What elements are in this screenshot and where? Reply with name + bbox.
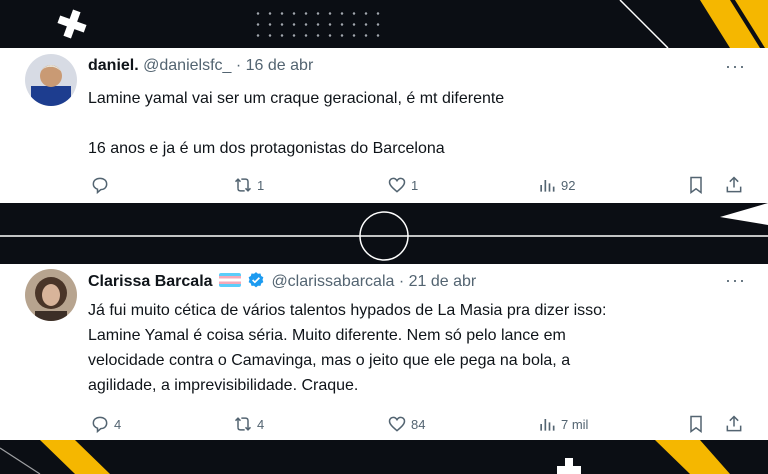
share-icon [726, 176, 742, 193]
stripe-decoration [619, 0, 768, 48]
heart-icon [388, 416, 406, 432]
user-display-name[interactable]: daniel. [88, 57, 139, 74]
reply-button[interactable]: 4 [90, 414, 121, 434]
tweet-date[interactable]: 16 de abr [246, 57, 314, 74]
reply-icon [92, 416, 108, 434]
background-middle [0, 203, 768, 264]
tweet-text-line: Já fui muito cética de vários talentos h… [88, 302, 607, 319]
retweet-count: 4 [257, 416, 265, 432]
dot-grid-decoration [252, 8, 382, 40]
retweet-button[interactable]: 4 [233, 414, 264, 434]
tweet-text-line: 16 anos e ja é um dos protagonistas do B… [88, 140, 445, 157]
background-bottom [0, 440, 768, 474]
retweet-icon [234, 178, 252, 192]
tweet-text-line: agilidade, a imprevisibilidade. Craque. [88, 377, 359, 394]
flag-icon [218, 273, 241, 287]
retweet-count: 1 [257, 177, 265, 193]
bookmark-button[interactable] [686, 414, 706, 434]
share-button[interactable] [724, 414, 744, 434]
stripe-decoration [0, 440, 730, 474]
bookmark-icon [690, 415, 702, 433]
reply-button[interactable] [90, 175, 114, 195]
views-button[interactable]: 92 [537, 175, 575, 195]
tweet-card-2[interactable]: Clarissa Barcala @clarissabarcala · 21 d… [0, 264, 768, 440]
retweet-icon [234, 417, 252, 431]
user-display-name[interactable]: Clarissa Barcala [88, 273, 213, 290]
like-count: 84 [411, 416, 426, 432]
tweet-card-1[interactable]: daniel. @danielsfc_ · 16 de abr ··· Lami… [0, 48, 768, 203]
user-handle[interactable]: @clarissabarcala [271, 273, 394, 290]
retweet-button[interactable]: 1 [233, 175, 264, 195]
share-icon [726, 415, 742, 432]
verified-badge-icon [248, 272, 264, 288]
tweet-text-line: velocidade contra o Camavinga, mas o jei… [88, 352, 571, 369]
views-icon [540, 419, 555, 431]
bookmark-button[interactable] [686, 175, 706, 195]
more-options-icon[interactable]: ··· [725, 56, 746, 77]
separator: · [394, 273, 409, 290]
background-top [0, 0, 768, 48]
tweet-text-line: Lamine Yamal é coisa séria. Muito difere… [88, 327, 566, 344]
views-count: 92 [561, 177, 576, 193]
views-icon [540, 180, 555, 192]
like-count: 1 [411, 177, 419, 193]
reply-count: 4 [114, 416, 122, 432]
reply-icon [92, 177, 108, 195]
plus-icon [57, 9, 87, 39]
tweet-date[interactable]: 21 de abr [409, 273, 477, 290]
views-button[interactable]: 7 mil [537, 414, 588, 434]
more-options-icon[interactable]: ··· [725, 270, 746, 291]
avatar[interactable] [25, 269, 77, 321]
share-button[interactable] [724, 175, 744, 195]
user-handle[interactable]: @danielsfc_ [143, 57, 231, 74]
like-button[interactable]: 1 [387, 175, 418, 195]
heart-icon [388, 177, 406, 193]
avatar[interactable] [25, 54, 77, 106]
tweet-text-line: Lamine yamal vai ser um craque geraciona… [88, 90, 505, 107]
separator: · [231, 57, 246, 74]
bookmark-icon [690, 176, 702, 194]
views-count: 7 mil [561, 416, 589, 432]
like-button[interactable]: 84 [387, 414, 425, 434]
center-circle-decoration [0, 203, 768, 261]
